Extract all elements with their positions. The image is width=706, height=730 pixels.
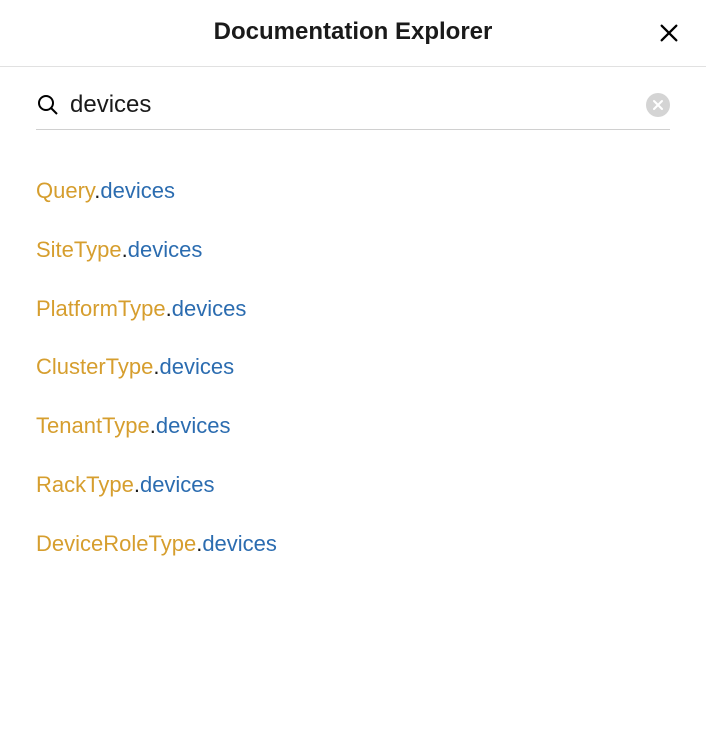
result-field-name: devices xyxy=(128,237,203,262)
result-type-name: TenantType xyxy=(36,413,150,438)
result-type-name: PlatformType xyxy=(36,296,166,321)
result-field-name: devices xyxy=(156,413,231,438)
result-field-name: devices xyxy=(172,296,247,321)
result-field-name: devices xyxy=(140,472,215,497)
result-field-name: devices xyxy=(160,354,235,379)
close-button[interactable] xyxy=(654,18,684,48)
search-container xyxy=(36,91,670,130)
clear-search-button[interactable] xyxy=(646,93,670,117)
search-result-item[interactable]: DeviceRoleType.devices xyxy=(36,515,670,574)
result-field-name: devices xyxy=(100,178,175,203)
result-type-name: SiteType xyxy=(36,237,122,262)
header: Documentation Explorer xyxy=(0,0,706,67)
result-type-name: ClusterType xyxy=(36,354,153,379)
search-result-item[interactable]: RackType.devices xyxy=(36,456,670,515)
result-type-name: Query xyxy=(36,178,94,203)
page-title: Documentation Explorer xyxy=(214,18,493,46)
search-results: Query.devicesSiteType.devicesPlatformTyp… xyxy=(0,142,706,594)
search-icon xyxy=(36,93,60,117)
result-field-name: devices xyxy=(202,531,277,556)
search-result-item[interactable]: SiteType.devices xyxy=(36,221,670,280)
clear-icon xyxy=(652,99,664,111)
search-input[interactable] xyxy=(70,91,646,119)
close-icon xyxy=(658,22,680,44)
search-result-item[interactable]: ClusterType.devices xyxy=(36,338,670,397)
result-type-name: DeviceRoleType xyxy=(36,531,196,556)
search-result-item[interactable]: PlatformType.devices xyxy=(36,280,670,339)
search-result-item[interactable]: TenantType.devices xyxy=(36,397,670,456)
search-result-item[interactable]: Query.devices xyxy=(36,162,670,221)
result-type-name: RackType xyxy=(36,472,134,497)
